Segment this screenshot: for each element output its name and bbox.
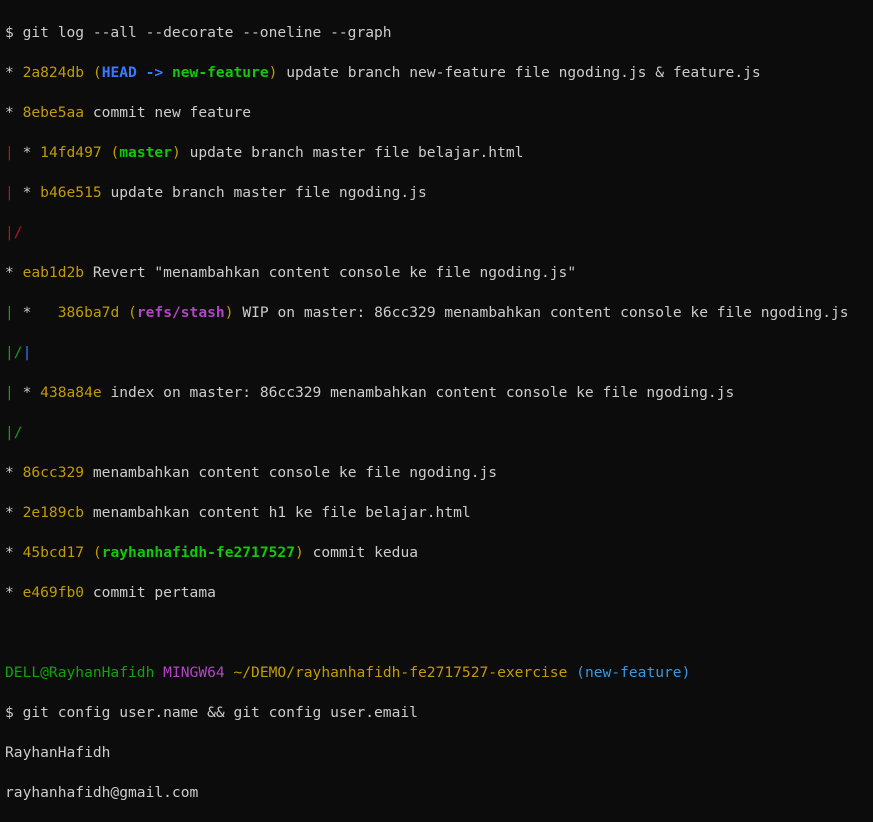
commit-hash: 8ebe5aa xyxy=(22,104,85,121)
commit-hash: b46e515 xyxy=(40,184,102,201)
commit-hash: e469fb0 xyxy=(22,584,85,601)
head-ref: HEAD -> xyxy=(101,64,172,81)
commit-message: update branch master file ngoding.js xyxy=(110,184,427,201)
commit-hash: 45bcd17 xyxy=(22,544,85,561)
graph-line: |/ xyxy=(5,224,23,241)
output-text: rayhanhafidh@gmail.com xyxy=(5,784,199,801)
branch-ref: rayhanhafidh-fe2717527 xyxy=(101,544,295,561)
command-text: $ git config user.name && git config use… xyxy=(5,704,418,721)
log-line: | * 14fd497 (master) update branch maste… xyxy=(5,144,524,161)
graph-merge-line: |/ xyxy=(5,223,873,243)
prompt-system: MINGW64 xyxy=(163,664,225,681)
stash-ref: refs/stash xyxy=(136,304,225,321)
output-text: RayhanHafidh xyxy=(5,744,111,761)
commit-hash: 86cc329 xyxy=(22,464,85,481)
commit-message: commit kedua xyxy=(312,544,419,561)
graph-line: | xyxy=(5,184,14,201)
commit-message: Revert "menambahkan content console ke f… xyxy=(92,264,577,281)
commit-message: update branch new-feature file ngoding.j… xyxy=(286,64,761,81)
output-line: rayhanhafidh@gmail.com xyxy=(5,783,873,803)
log-line: * 2e189cb menambahkan content h1 ke file… xyxy=(5,504,471,521)
output-line: RayhanHafidh xyxy=(5,743,873,763)
command-line: $ git config user.name && git config use… xyxy=(5,703,873,723)
log-line: * 45bcd17 (rayhanhafidh-fe2717527) commi… xyxy=(5,544,419,561)
log-line: * 86cc329 menambahkan content console ke… xyxy=(5,464,498,481)
log-line: | * 438a84e index on master: 86cc329 men… xyxy=(5,384,735,401)
commit-hash: 2a824db xyxy=(22,64,85,81)
graph-line: | xyxy=(22,344,32,361)
commit-hash: 438a84e xyxy=(40,384,102,401)
branch-ref: new-feature xyxy=(171,64,269,81)
branch-ref: master xyxy=(119,144,172,161)
log-line: | * 386ba7d (refs/stash) WIP on master: … xyxy=(5,304,849,321)
graph-line: |/ xyxy=(5,344,23,361)
prompt-user: DELL@RayhanHafidh xyxy=(5,664,155,681)
commit-message: menambahkan content console ke file ngod… xyxy=(92,464,498,481)
graph-line: |/ xyxy=(5,424,23,441)
commit-message: index on master: 86cc329 menambahkan con… xyxy=(110,384,735,401)
log-line: * e469fb0 commit pertama xyxy=(5,584,216,601)
commit-hash: eab1d2b xyxy=(22,264,85,281)
graph-line: | xyxy=(5,384,14,401)
log-line: * eab1d2b Revert "menambahkan content co… xyxy=(5,264,577,281)
log-line: * 2a824db (HEAD -> new-feature) update b… xyxy=(5,64,761,81)
commit-message: commit pertama xyxy=(92,584,216,601)
commit-message: WIP on master: 86cc329 menambahkan conte… xyxy=(242,304,849,321)
log-line: | * b46e515 update branch master file ng… xyxy=(5,184,427,201)
commit-message: update branch master file belajar.html xyxy=(189,144,524,161)
commit-hash: 14fd497 xyxy=(40,144,102,161)
prompt-branch: (new-feature) xyxy=(576,664,691,681)
commit-hash: 386ba7d xyxy=(57,304,120,321)
commit-message: commit new feature xyxy=(92,104,252,121)
terminal-window[interactable]: $ git log --all --decorate --oneline --g… xyxy=(0,0,873,801)
command-text: $ git log --all --decorate --oneline --g… xyxy=(5,24,392,41)
graph-merge-line: |/| xyxy=(5,343,873,363)
graph-line: | xyxy=(5,304,14,321)
log-line: * 8ebe5aa commit new feature xyxy=(5,104,252,121)
commit-message: menambahkan content h1 ke file belajar.h… xyxy=(92,504,471,521)
prompt-path: ~/DEMO/rayhanhafidh-fe2717527-exercise xyxy=(233,664,568,681)
graph-line: | xyxy=(5,144,14,161)
graph-merge-line: |/ xyxy=(5,423,873,443)
commit-hash: 2e189cb xyxy=(22,504,85,521)
shell-prompt: DELL@RayhanHafidh MINGW64 ~/DEMO/rayhanh… xyxy=(5,663,873,683)
command-line: $ git log --all --decorate --oneline --g… xyxy=(5,23,873,43)
